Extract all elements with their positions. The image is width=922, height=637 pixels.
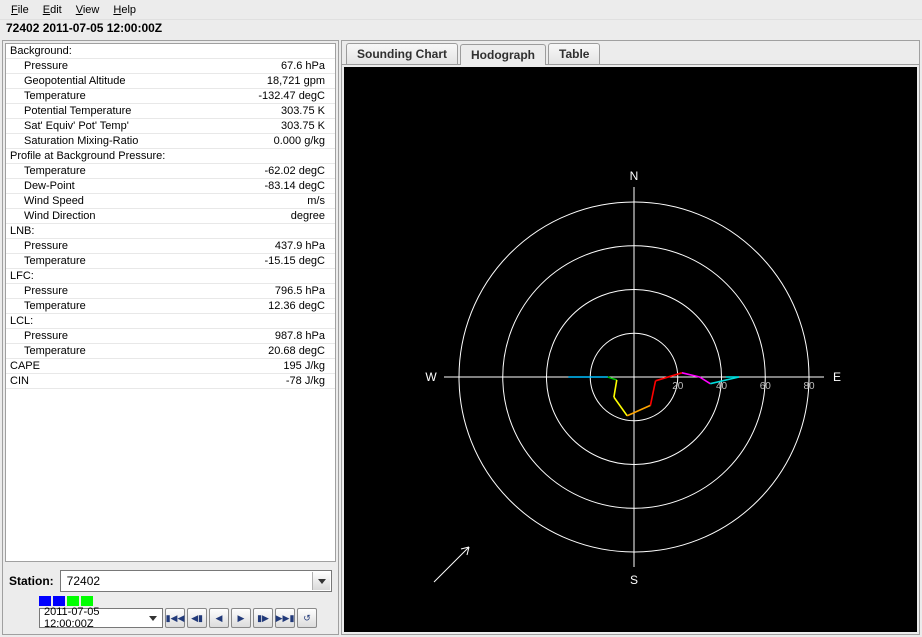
param-label: Pressure [24, 60, 221, 72]
svg-text:80: 80 [803, 381, 815, 392]
param-label: Temperature [24, 345, 221, 357]
left-panel: Background: Pressure67.6 hPa Geopotentia… [2, 40, 339, 635]
menu-help[interactable]: Help [106, 2, 143, 18]
menu-file[interactable]: File [4, 2, 36, 18]
chevron-down-icon[interactable] [147, 616, 160, 621]
tab-sounding-chart[interactable]: Sounding Chart [346, 43, 458, 64]
station-select[interactable]: 72402 [60, 570, 332, 592]
station-value: 72402 [67, 574, 100, 588]
param-value: 303.75 K [221, 105, 331, 117]
play-back-button[interactable]: ◀ [209, 608, 229, 628]
svg-text:S: S [630, 573, 638, 587]
station-label: Station: [9, 574, 54, 588]
param-label: Wind Speed [24, 195, 221, 207]
param-label: Pressure [24, 240, 221, 252]
param-label: Temperature [24, 165, 221, 177]
section-lcl: LCL: [10, 315, 331, 327]
param-label: Temperature [24, 255, 221, 267]
menubar: File Edit View Help [0, 0, 922, 20]
tab-bar: Sounding Chart Hodograph Table [342, 41, 919, 65]
tab-table[interactable]: Table [548, 43, 600, 64]
section-lnb: LNB: [10, 225, 331, 237]
param-value: -83.14 degC [221, 180, 331, 192]
param-label: Sat' Equiv' Pot' Temp' [24, 120, 221, 132]
param-value: 20.68 degC [221, 345, 331, 357]
param-label: CIN [10, 375, 221, 387]
svg-text:N: N [630, 169, 639, 183]
workarea: Background: Pressure67.6 hPa Geopotentia… [0, 38, 922, 637]
parameters-table: Background: Pressure67.6 hPa Geopotentia… [5, 43, 336, 562]
param-label: Temperature [24, 300, 221, 312]
svg-text:60: 60 [760, 381, 772, 392]
section-lfc: LFC: [10, 270, 331, 282]
param-label: CAPE [10, 360, 221, 372]
param-label: Geopotential Altitude [24, 75, 221, 87]
chevron-down-icon[interactable] [312, 572, 330, 590]
svg-text:E: E [833, 370, 841, 384]
param-value: 437.9 hPa [221, 240, 331, 252]
param-value: 796.5 hPa [221, 285, 331, 297]
param-label: Temperature [24, 90, 221, 102]
param-value: 12.36 degC [221, 300, 331, 312]
time-controls: 2011-07-05 12:00:00Z ▮◀◀ ◀▮ ◀ ▶ ▮▶ ▶▶▮ ↺ [3, 606, 338, 634]
prev-button[interactable]: ◀▮ [187, 608, 207, 628]
param-value: -15.15 degC [221, 255, 331, 267]
param-value: 303.75 K [221, 120, 331, 132]
window-title: 72402 2011-07-05 12:00:00Z [0, 20, 922, 38]
param-label: Dew-Point [24, 180, 221, 192]
param-value: -132.47 degC [221, 90, 331, 102]
param-value: 18,721 gpm [221, 75, 331, 87]
svg-text:20: 20 [672, 381, 684, 392]
param-value: 0.000 g/kg [221, 135, 331, 147]
param-value: -62.02 degC [221, 165, 331, 177]
time-field[interactable]: 2011-07-05 12:00:00Z [39, 608, 163, 628]
param-value: 195 J/kg [221, 360, 331, 372]
svg-text:W: W [425, 370, 437, 384]
param-value: -78 J/kg [221, 375, 331, 387]
right-panel: Sounding Chart Hodograph Table NSEW20406… [341, 40, 920, 635]
param-label: Pressure [24, 285, 221, 297]
hodograph-chart[interactable]: NSEW20406080 [344, 67, 917, 632]
time-value: 2011-07-05 12:00:00Z [44, 606, 147, 630]
param-value: degree [221, 210, 331, 222]
loop-button[interactable]: ↺ [297, 608, 317, 628]
param-label: Wind Direction [24, 210, 221, 222]
menu-view[interactable]: View [69, 2, 107, 18]
section-background: Background: [10, 45, 331, 57]
section-profile: Profile at Background Pressure: [10, 150, 331, 162]
param-value: m/s [221, 195, 331, 207]
first-button[interactable]: ▮◀◀ [165, 608, 185, 628]
param-label: Pressure [24, 330, 221, 342]
next-button[interactable]: ▮▶ [253, 608, 273, 628]
tab-hodograph[interactable]: Hodograph [460, 44, 546, 65]
last-button[interactable]: ▶▶▮ [275, 608, 295, 628]
param-label: Saturation Mixing-Ratio [24, 135, 221, 147]
time-legend [39, 596, 338, 606]
menu-edit[interactable]: Edit [36, 2, 69, 18]
param-value: 987.8 hPa [221, 330, 331, 342]
play-button[interactable]: ▶ [231, 608, 251, 628]
param-value: 67.6 hPa [221, 60, 331, 72]
param-label: Potential Temperature [24, 105, 221, 117]
